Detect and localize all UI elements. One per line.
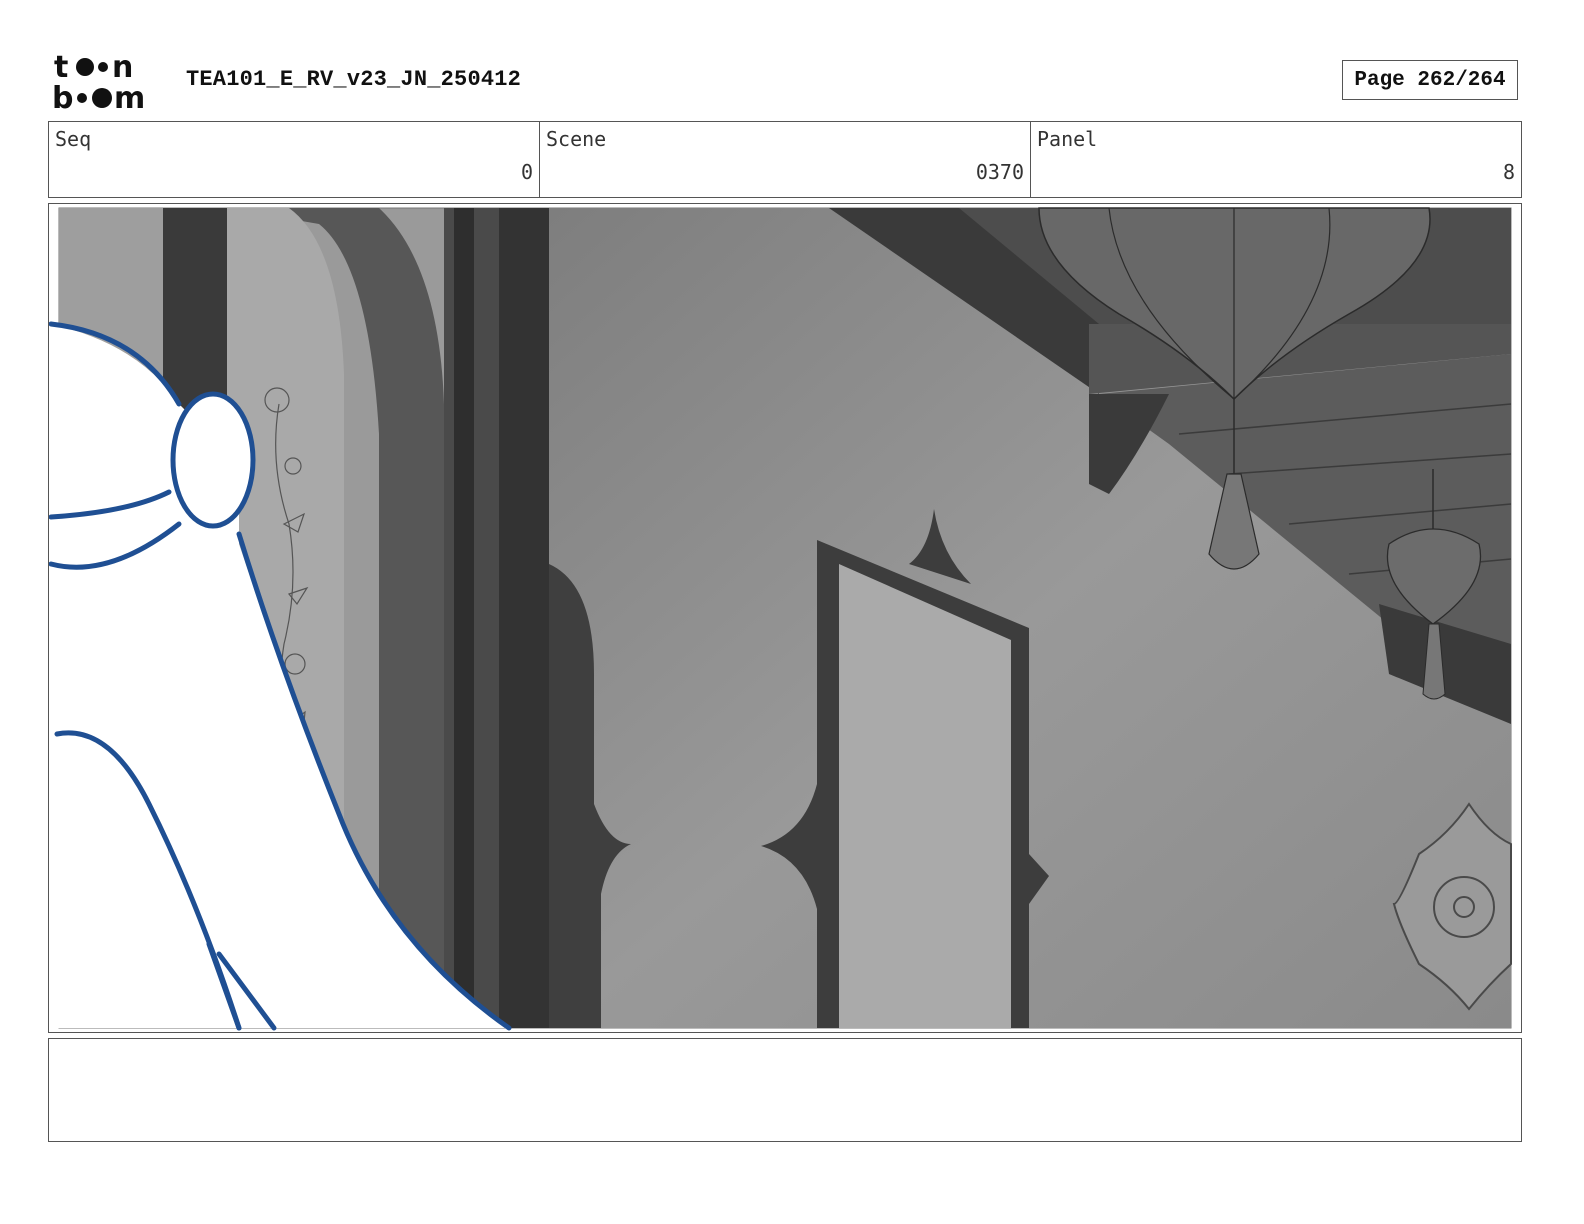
panel-illustration xyxy=(49,207,1512,1031)
svg-text:b: b xyxy=(52,81,73,112)
scene-value: 0370 xyxy=(975,160,1024,184)
mirror-glass xyxy=(839,564,1011,1028)
panel-label: Panel xyxy=(1037,127,1098,151)
document-title: TEA101_E_RV_v23_JN_250412 xyxy=(186,67,522,92)
panel-info-row: Seq 0 Scene 0370 Panel 8 xyxy=(48,121,1522,198)
svg-text:m: m xyxy=(114,81,145,112)
character-head-ornament xyxy=(170,391,256,529)
panel-cell: Panel 8 xyxy=(1031,122,1521,197)
toon-boom-logo: t n b m xyxy=(52,50,145,112)
storyboard-panel xyxy=(48,203,1522,1033)
seq-label: Seq xyxy=(55,127,92,151)
svg-text:n: n xyxy=(112,50,133,85)
svg-text:t: t xyxy=(54,50,68,85)
notes-box xyxy=(48,1038,1522,1142)
seq-cell: Seq 0 xyxy=(49,122,540,197)
scene-cell: Scene 0370 xyxy=(540,122,1031,197)
seq-value: 0 xyxy=(520,160,533,184)
panel-value: 8 xyxy=(1502,160,1515,184)
scene-label: Scene xyxy=(546,127,607,151)
page-counter: Page 262/264 xyxy=(1342,60,1518,100)
